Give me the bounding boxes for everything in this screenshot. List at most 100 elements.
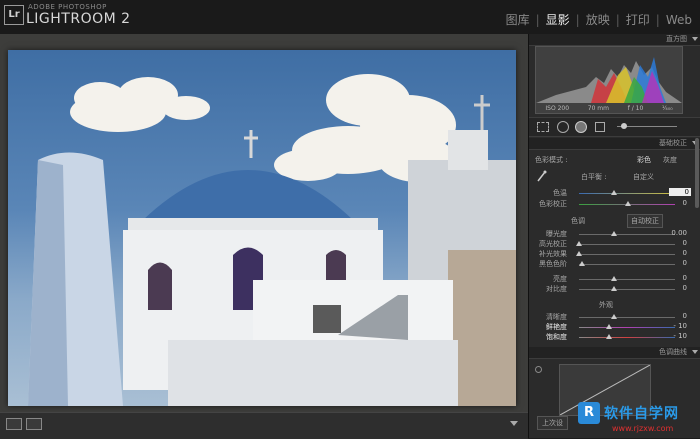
blacks-value: 0	[682, 259, 687, 267]
tone-curve-title: 色调曲线	[659, 348, 687, 356]
photo-illustration	[28, 74, 516, 406]
vibrance-slider[interactable]	[579, 327, 675, 328]
app-name: LIGHTROOM 2	[26, 11, 131, 27]
histogram-header[interactable]: 直方图	[529, 34, 700, 46]
vendor-name: ADOBE PHOTOSHOP	[28, 3, 107, 11]
auto-tone-button[interactable]: 自动校正	[627, 214, 663, 228]
previous-button[interactable]: 上次设	[537, 416, 568, 430]
module-separator: |	[575, 12, 580, 27]
panel-scrollbar[interactable]	[695, 138, 699, 208]
photo-preview[interactable]	[8, 50, 516, 406]
brightness-label: 亮度	[553, 275, 567, 283]
clouds	[70, 74, 458, 182]
target-adjust-icon[interactable]	[535, 366, 542, 373]
module-library[interactable]: 图库	[506, 11, 530, 28]
temp-slider[interactable]	[579, 193, 675, 194]
fill-slider[interactable]	[579, 254, 675, 255]
wb-select[interactable]: 自定义	[633, 172, 654, 182]
clarity-knob[interactable]	[611, 314, 617, 319]
tone-curve-header[interactable]: 色调曲线	[529, 347, 700, 359]
brush-slider-knob[interactable]	[621, 123, 627, 129]
module-separator: |	[615, 12, 620, 27]
saturation-value: - 10	[673, 332, 687, 340]
exposure-value: 0.00	[671, 229, 687, 237]
watermark-logo: R	[578, 402, 600, 424]
eyedropper-icon[interactable]	[537, 170, 547, 182]
brightness-knob[interactable]	[611, 276, 617, 281]
clarity-label: 清晰度	[546, 313, 567, 321]
filmstrip-toolbar	[0, 412, 528, 439]
module-separator: |	[655, 12, 660, 27]
module-print[interactable]: 打印	[626, 11, 650, 28]
module-develop[interactable]: 显影	[546, 11, 570, 28]
collapse-icon	[692, 350, 698, 354]
camera-info: ISO 200 70 mm f / 10 ¹⁄₄₀₀	[536, 105, 682, 112]
loupe-view-button[interactable]	[6, 418, 22, 430]
red-eye-icon[interactable]	[575, 121, 587, 133]
lightroom-logo: Lr	[4, 5, 24, 25]
treatment-label: 色彩模式 :	[535, 156, 568, 164]
crop-icon[interactable]	[537, 122, 549, 132]
basic-header[interactable]: 基础校正	[529, 138, 700, 150]
toolbar-menu-icon[interactable]	[510, 421, 518, 426]
top-bar: Lr ADOBE PHOTOSHOP LIGHTROOM 2 图库 | 显影 |…	[0, 0, 700, 35]
recovery-knob[interactable]	[576, 241, 582, 246]
recovery-slider[interactable]	[579, 244, 675, 245]
fill-label: 补光效果	[539, 250, 567, 258]
contrast-knob[interactable]	[611, 286, 617, 291]
recovery-label: 高光校正	[539, 240, 567, 248]
exposure-knob[interactable]	[611, 231, 617, 236]
histogram-title: 直方图	[666, 35, 687, 43]
contrast-slider[interactable]	[579, 289, 675, 290]
module-picker: 图库 | 显影 | 放映 | 打印 | Web	[506, 11, 692, 28]
watermark-text: 软件自学网	[604, 406, 679, 422]
shutter-value: ¹⁄₄₀₀	[662, 105, 673, 112]
blacks-slider[interactable]	[579, 264, 675, 265]
vibrance-label: 鲜艳度	[546, 323, 567, 331]
blacks-knob[interactable]	[579, 261, 585, 266]
histogram-graph	[536, 57, 682, 103]
compare-view-button[interactable]	[26, 418, 42, 430]
contrast-value: 0	[682, 284, 687, 292]
focal-length: 70 mm	[587, 105, 609, 112]
recovery-value: 0	[682, 239, 687, 247]
temp-label: 色温	[553, 189, 567, 197]
module-web[interactable]: Web	[666, 13, 692, 27]
histogram-display[interactable]: ISO 200 70 mm f / 10 ¹⁄₄₀₀	[535, 46, 683, 114]
saturation-label: 饱和度	[546, 333, 567, 341]
aperture-value: f / 10	[627, 105, 644, 112]
wb-label: 白平衡 :	[581, 173, 607, 181]
image-stage	[0, 34, 528, 412]
vibrance-value: - 10	[673, 322, 687, 330]
vibrance-knob[interactable]	[606, 324, 612, 329]
clarity-slider[interactable]	[579, 317, 675, 318]
contrast-label: 对比度	[546, 285, 567, 293]
module-slideshow[interactable]: 放映	[586, 11, 610, 28]
graduated-filter-icon[interactable]	[595, 122, 605, 132]
treatment-color-option[interactable]: 彩色	[637, 155, 651, 165]
iso-value: ISO 200	[545, 105, 570, 112]
develop-right-panel: 直方图 ISO 200 70 mm f / 10 ¹⁄₄₀₀ 基础校正 色彩模式…	[528, 34, 700, 438]
fill-value: 0	[682, 249, 687, 257]
temp-value[interactable]: 0	[669, 188, 691, 196]
module-separator: |	[535, 12, 540, 27]
blacks-label: 黑色色阶	[539, 260, 567, 268]
brightness-value: 0	[682, 274, 687, 282]
clarity-value: 0	[682, 312, 687, 320]
brightness-slider[interactable]	[579, 279, 675, 280]
temp-knob[interactable]	[611, 190, 617, 195]
tint-knob[interactable]	[625, 201, 631, 206]
spot-removal-icon[interactable]	[557, 121, 569, 133]
exposure-slider[interactable]	[579, 234, 675, 235]
saturation-slider[interactable]	[579, 337, 675, 338]
tool-strip	[529, 117, 700, 137]
collapse-icon	[692, 37, 698, 41]
saturation-knob[interactable]	[606, 334, 612, 339]
fill-knob[interactable]	[576, 251, 582, 256]
tint-value: 0	[682, 199, 687, 207]
tone-label: 色调	[571, 217, 585, 225]
watermark: R 软件自学网 www.rjzxw.com	[578, 402, 696, 436]
treatment-gray-option[interactable]: 灰度	[663, 155, 677, 165]
presence-label: 外观	[599, 301, 613, 309]
watermark-url: www.rjzxw.com	[612, 424, 674, 433]
